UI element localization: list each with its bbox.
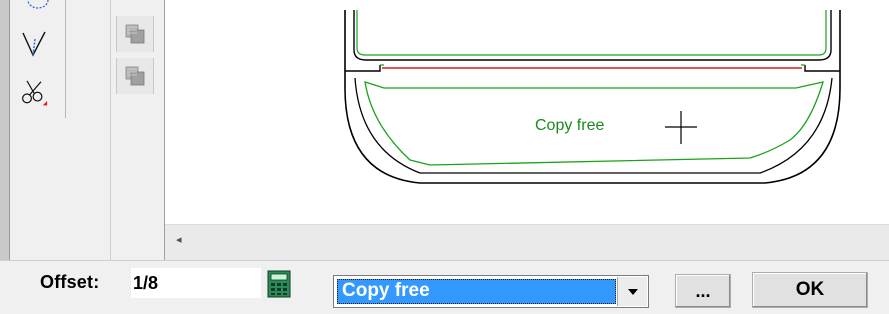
- copy-mode-select[interactable]: Copy free: [333, 275, 649, 308]
- tool-palette: [10, 0, 66, 119]
- calculator-icon[interactable]: [267, 270, 291, 298]
- dropdown-arrow-icon[interactable]: [617, 277, 647, 306]
- grid-copy-icon[interactable]: [116, 16, 154, 52]
- copy-free-label: Copy free: [535, 117, 605, 134]
- horizontal-scrollbar[interactable]: [165, 224, 889, 261]
- circle-tool-icon[interactable]: [24, 0, 52, 18]
- offset-label: Offset:: [40, 272, 100, 292]
- upper-copy-outline: [356, 10, 827, 56]
- palette-divider: [110, 0, 111, 260]
- crosshair-cursor-icon: [665, 111, 697, 144]
- dart-tool-icon[interactable]: [20, 30, 48, 58]
- scissors-tool-icon[interactable]: [20, 80, 48, 108]
- outer-outline: [344, 10, 841, 184]
- more-options-button[interactable]: ...: [675, 274, 731, 308]
- scroll-left-arrow-icon[interactable]: ◂: [176, 233, 190, 249]
- upper-inner-outline: [353, 10, 832, 61]
- drawing-canvas[interactable]: Copy free: [165, 0, 889, 224]
- ok-button[interactable]: OK: [752, 272, 868, 308]
- copy-mode-selected-value: Copy free: [337, 279, 616, 304]
- tool-palette-lower: [10, 118, 165, 258]
- grid-move-icon[interactable]: [116, 58, 154, 94]
- offset-input[interactable]: [131, 268, 261, 298]
